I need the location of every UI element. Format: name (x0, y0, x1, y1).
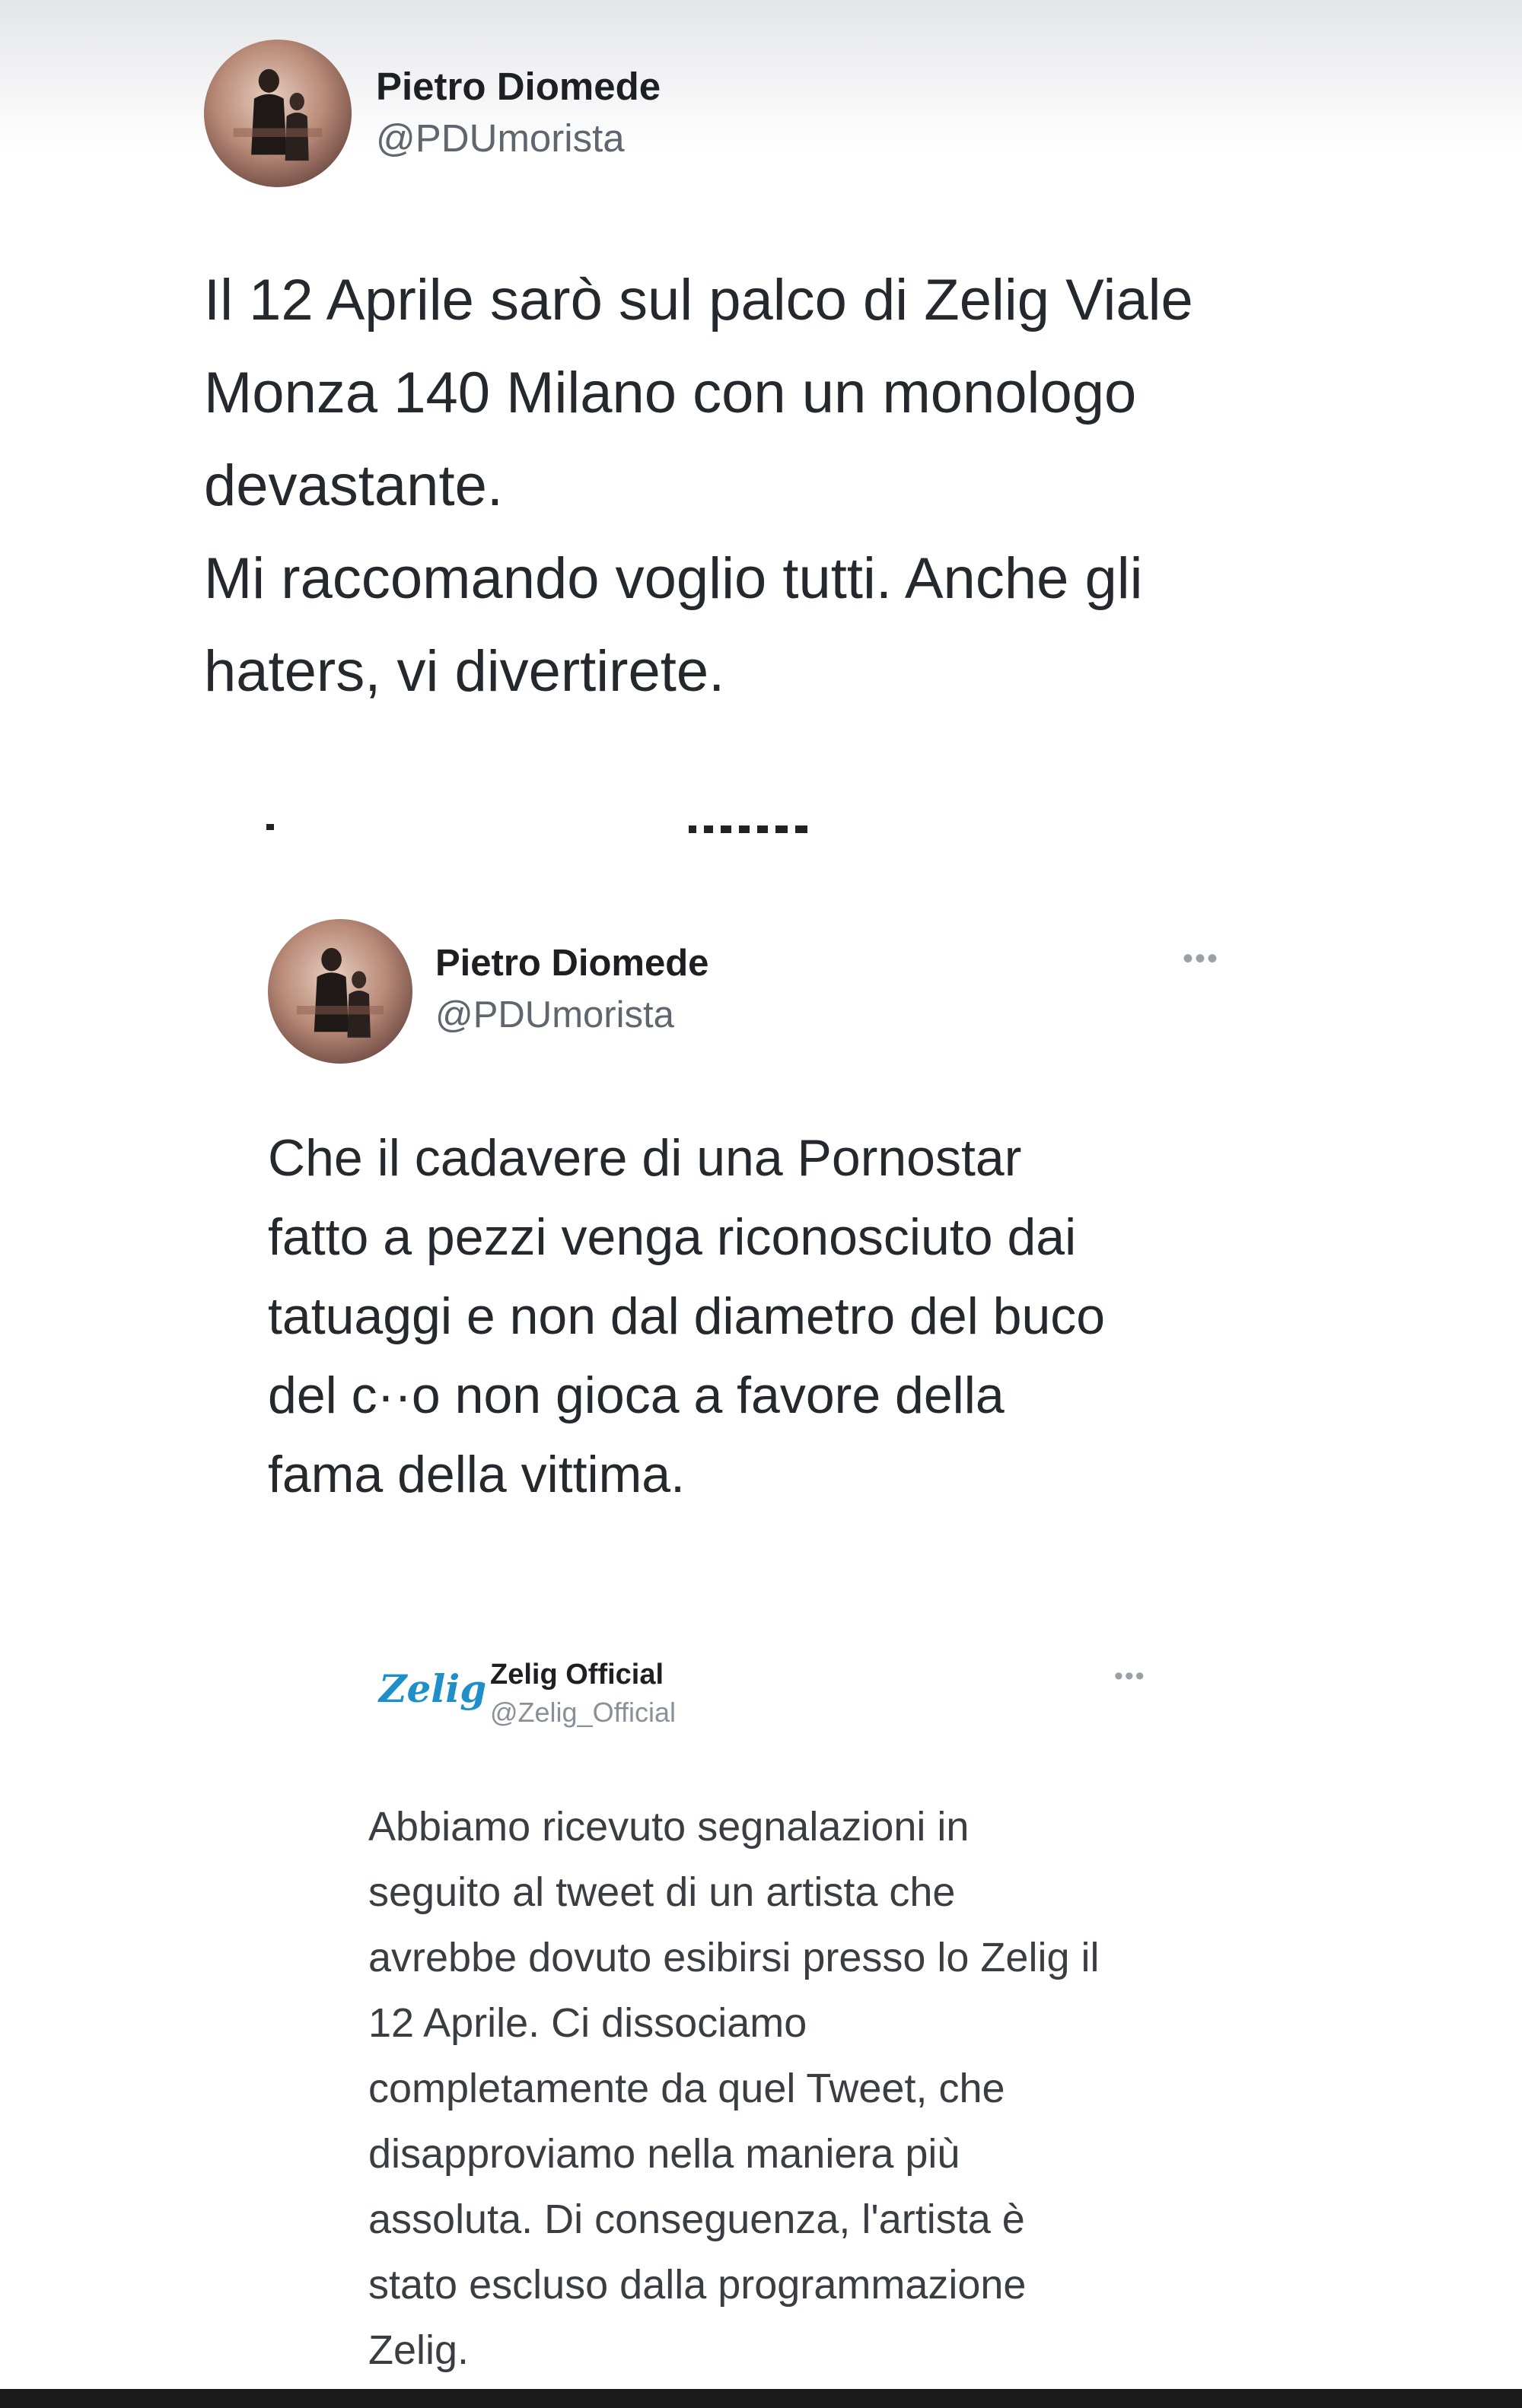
avatar-photo-icon (297, 948, 384, 1038)
more-horizontal-icon[interactable]: ••• (1183, 942, 1219, 976)
author-handle[interactable]: @Zelig_Official (490, 1697, 676, 1729)
author-name[interactable]: Pietro Diomede (435, 942, 708, 985)
bottom-edge-bar (0, 2389, 1522, 2408)
tweet-text: Il 12 Aprile sarò sul palco di Zelig Via… (204, 268, 1193, 704)
crop-divider-artifact (266, 824, 807, 833)
author-name[interactable]: Zelig Official (490, 1659, 664, 1691)
tweet-text: Che il cadavere di una Pornostar fatto a… (268, 1129, 1106, 1503)
avatar[interactable] (268, 919, 412, 1064)
avatar[interactable] (204, 40, 352, 187)
author-handle[interactable]: @PDUmorista (435, 994, 674, 1036)
author-name[interactable]: Pietro Diomede (376, 64, 661, 109)
more-horizontal-icon[interactable]: ••• (1114, 1662, 1146, 1691)
author-handle[interactable]: @PDUmorista (376, 116, 625, 161)
zelig-logo[interactable]: Zelig (379, 1666, 486, 1711)
tweet-text: Abbiamo ricevuto segnalazioni in seguito… (368, 1804, 1100, 2373)
avatar-photo-icon (233, 68, 323, 161)
